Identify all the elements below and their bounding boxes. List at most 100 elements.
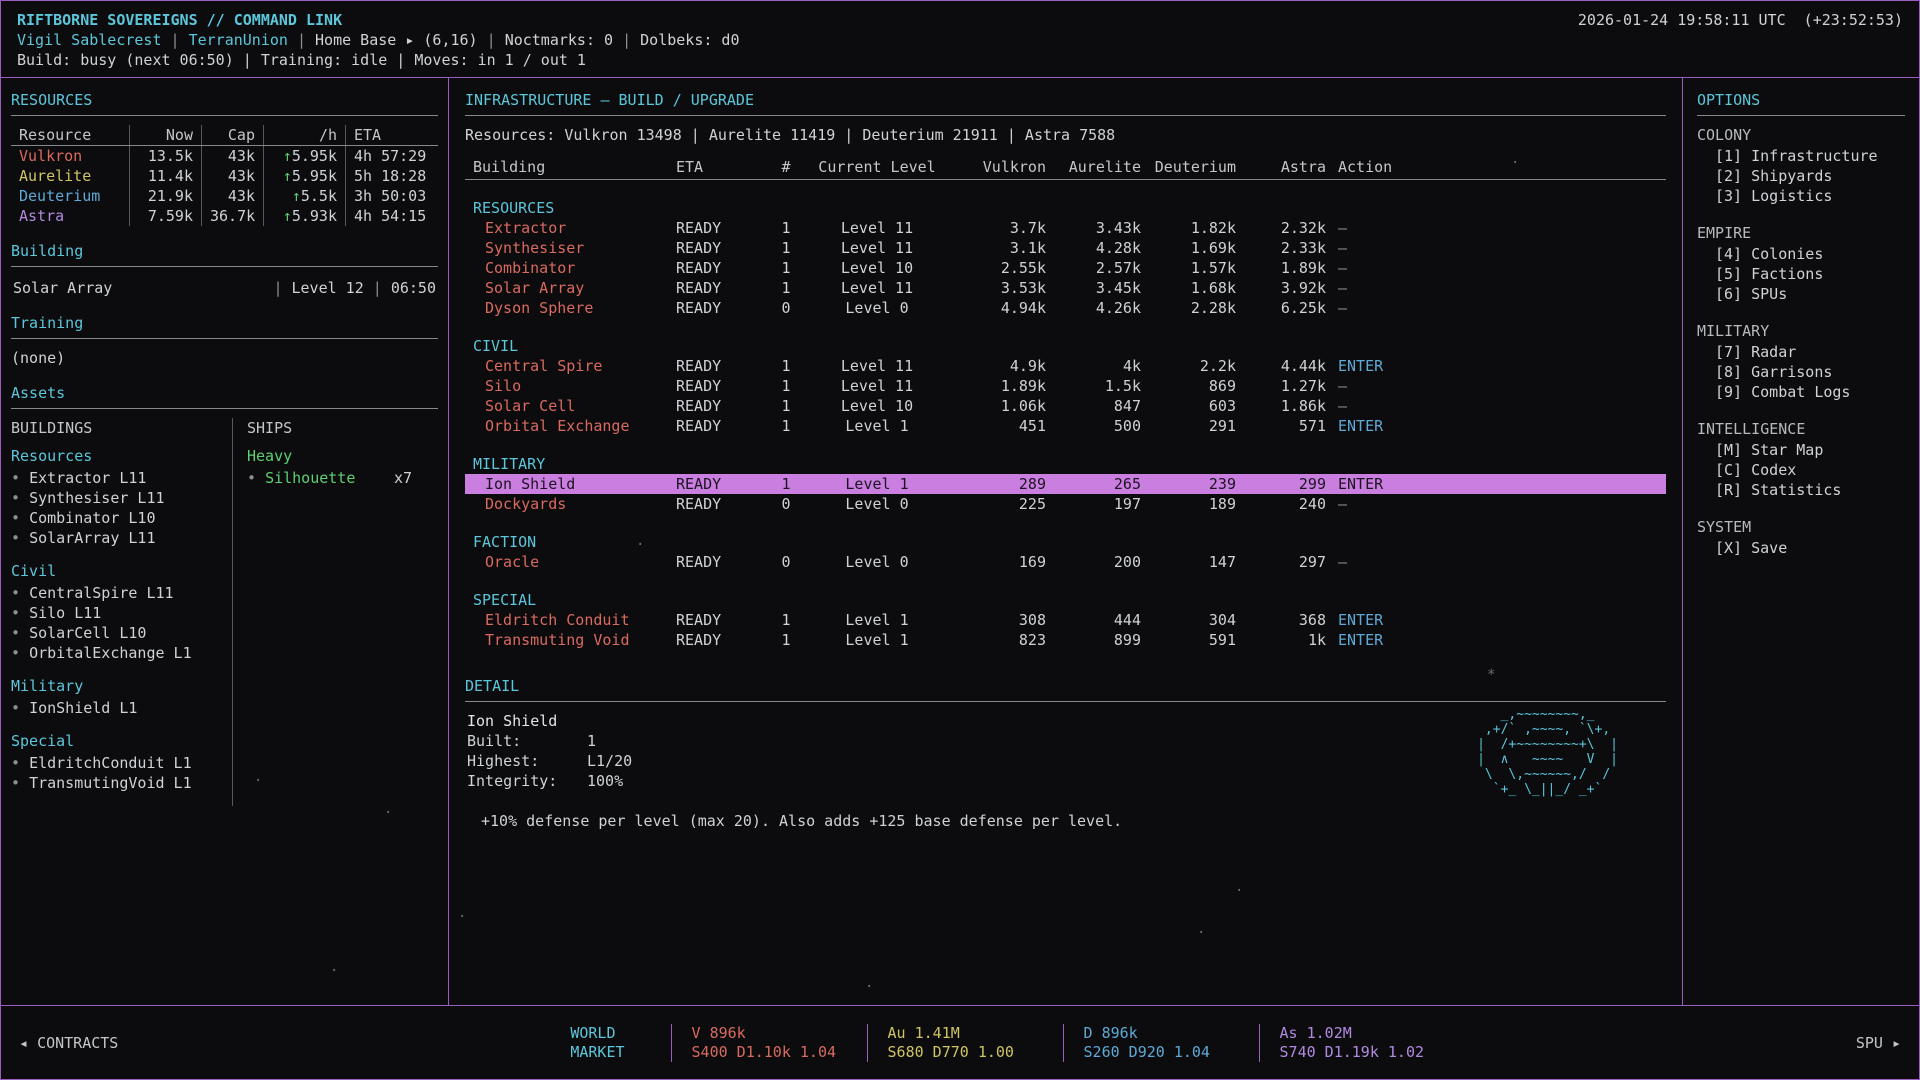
enter-action[interactable]: ENTER [1332,630,1666,650]
infra-row-extractor[interactable]: ExtractorREADY1Level 113.7k3.43k1.82k2.3… [465,218,1666,238]
menu-key: [8] [1715,363,1751,381]
enter-action[interactable]: ENTER [1332,474,1666,494]
building-eta: READY [670,298,765,318]
infrastructure-title: INFRASTRUCTURE – BUILD / UPGRADE [465,90,1666,116]
infra-row-dyson-sphere[interactable]: Dyson SphereREADY0Level 04.94k4.26k2.28k… [465,298,1666,318]
infra-col-action: Action [1332,157,1666,177]
infra-row-central-spire[interactable]: Central SpireREADY1Level 114.9k4k2.2k4.4… [465,356,1666,376]
menu-item-infrastructure[interactable]: [1] Infrastructure [1697,146,1905,166]
bullet-icon: • [11,468,29,488]
building-eta: READY [670,396,765,416]
detail-body: Ion Shield Built:1Highest:L1/20Integrity… [465,711,1666,831]
building-eta: READY [670,258,765,278]
menu-label: Radar [1751,343,1796,361]
spu-nav[interactable]: SPU ▸ [1856,1033,1901,1053]
menu-key: [1] [1715,147,1751,165]
resource-row-deuterium: Deuterium21.9k43k↑5.5k3h 50:03 [11,186,438,206]
asset-group-title: Resources [11,446,224,466]
options-group-intelligence: INTELLIGENCE[M] Star Map[C] Codex[R] Sta… [1697,419,1905,500]
resources-col-now: Now [129,125,201,145]
menu-item-garrisons[interactable]: [8] Garrisons [1697,362,1905,382]
ticker-price: Au 1.41M [888,1024,1063,1043]
asset-label: Combinator L10 [29,508,155,528]
cost-deuterium: 239 [1147,474,1242,494]
resource-cap: 43k [201,146,263,166]
status-separator: | [162,31,189,49]
menu-key: [7] [1715,343,1751,361]
menu-item-factions[interactable]: [5] Factions [1697,264,1905,284]
training-entry: (none) [11,348,438,368]
menu-item-logistics[interactable]: [3] Logistics [1697,186,1905,206]
asset-group-special: Special• EldritchConduit L1• Transmuting… [11,731,224,793]
infra-row-transmuting-void[interactable]: Transmuting VoidREADY1Level 18238995911k… [465,630,1666,650]
options-group-empire: EMPIRE[4] Colonies[5] Factions[6] SPUs [1697,223,1905,304]
top-header: RIFTBORNE SOVEREIGNS // COMMAND LINK 202… [1,1,1919,78]
infra-row-orbital-exchange[interactable]: Orbital ExchangeREADY1Level 145150029157… [465,416,1666,436]
menu-item-colonies[interactable]: [4] Colonies [1697,244,1905,264]
cost-aurelite: 2.57k [1052,258,1147,278]
resources-col-cap: Cap [201,125,263,145]
infra-row-solar-array[interactable]: Solar ArrayREADY1Level 113.53k3.45k1.68k… [465,278,1666,298]
cost-deuterium: 304 [1147,610,1242,630]
cost-deuterium: 2.28k [1147,298,1242,318]
cost-vulkron: 4.9k [947,356,1052,376]
infra-row-ion-shield[interactable]: Ion ShieldREADY1Level 1289265239299ENTER [465,474,1666,494]
no-action: – [1332,494,1666,514]
building-count: 1 [765,238,807,258]
infra-row-synthesiser[interactable]: SynthesiserREADY1Level 113.1k4.28k1.69k2… [465,238,1666,258]
building-level: Level 0 [807,552,947,572]
infra-row-combinator[interactable]: CombinatorREADY1Level 102.55k2.57k1.57k1… [465,258,1666,278]
building-queue-name: Solar Array [13,278,112,298]
menu-key: [5] [1715,265,1751,283]
infra-row-eldritch-conduit[interactable]: Eldritch ConduitREADY1Level 130844430436… [465,610,1666,630]
infra-col-current-level: Current Level [807,157,947,177]
ticker-detail: S400 D1.10k 1.04 [692,1043,867,1062]
ticker-detail: S680 D770 1.00 [888,1043,1063,1062]
bullet-icon: • [11,528,29,548]
resource-row-aurelite: Aurelite11.4k43k↑5.95k5h 18:28 [11,166,438,186]
menu-item-save[interactable]: [X] Save [1697,538,1905,558]
cost-aurelite: 4.26k [1052,298,1147,318]
building-level: Level 11 [807,356,947,376]
spu-label: SPU [1856,1034,1883,1052]
rate-value: 5.95k [292,167,337,185]
assets-buildings-column: BUILDINGS Resources• Extractor L11• Synt… [11,418,233,806]
cost-aurelite: 200 [1052,552,1147,572]
building-name: Orbital Exchange [465,416,670,436]
building-level: Level 10 [807,396,947,416]
menu-item-combat-logs[interactable]: [9] Combat Logs [1697,382,1905,402]
infra-section-faction: FACTION [465,532,1666,552]
menu-item-star-map[interactable]: [M] Star Map [1697,440,1905,460]
menu-item-statistics[interactable]: [R] Statistics [1697,480,1905,500]
menu-item-codex[interactable]: [C] Codex [1697,460,1905,480]
menu-item-radar[interactable]: [7] Radar [1697,342,1905,362]
enter-action[interactable]: ENTER [1332,356,1666,376]
infra-row-silo[interactable]: SiloREADY1Level 111.89k1.5k8691.27k– [465,376,1666,396]
building-queue-time: 06:50 [391,279,436,297]
infra-col-eta: ETA [670,157,765,177]
infra-row-dockyards[interactable]: DockyardsREADY0Level 0225197189240– [465,494,1666,514]
resource-row-astra: Astra7.59k36.7k↑5.93k4h 54:15 [11,206,438,226]
cost-astra: 1.27k [1242,376,1332,396]
resource-eta: 4h 57:29 [345,146,438,166]
cost-vulkron: 3.53k [947,278,1052,298]
market-ticker-as: As 1.02MS740 D1.19k 1.02 [1259,1024,1455,1062]
menu-item-shipyards[interactable]: [2] Shipyards [1697,166,1905,186]
asset-label: TransmutingVoid L1 [29,773,192,793]
infra-row-oracle[interactable]: OracleREADY0Level 0169200147297– [465,552,1666,572]
infra-section-resources: RESOURCES [465,198,1666,218]
contracts-nav[interactable]: ◂ CONTRACTS [19,1033,118,1053]
buildings-subtitle: BUILDINGS [11,418,224,438]
resource-rate: ↑5.5k [263,186,345,206]
menu-key: [3] [1715,187,1751,205]
menu-item-spus[interactable]: [6] SPUs [1697,284,1905,304]
building-queue-info: | Level 12 | 06:50 [273,278,436,298]
resource-rate: ↑5.95k [263,166,345,186]
menu-label: Shipyards [1751,167,1832,185]
building-level: Level 11 [807,376,947,396]
cost-deuterium: 603 [1147,396,1242,416]
infra-row-solar-cell[interactable]: Solar CellREADY1Level 101.06k8476031.86k… [465,396,1666,416]
enter-action[interactable]: ENTER [1332,416,1666,436]
resources-header-row: ResourceNowCap/hETA [11,125,438,146]
enter-action[interactable]: ENTER [1332,610,1666,630]
